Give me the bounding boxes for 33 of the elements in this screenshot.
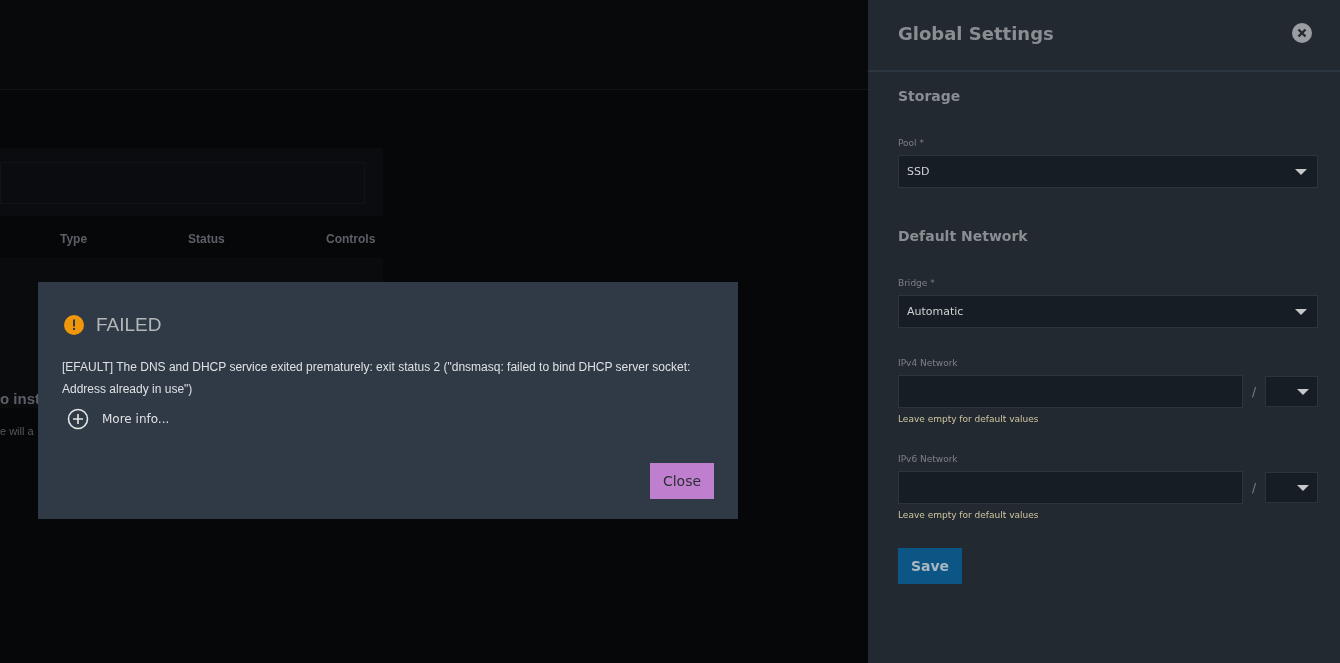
more-info-link[interactable]: More info... [102,412,170,426]
save-button[interactable]: Save [898,548,962,584]
select-field[interactable]: SSD [898,155,1318,188]
caret-icon [1297,484,1309,491]
panel-title: Global Settings [898,22,1054,44]
section-heading: Default Network [898,228,1029,244]
select-field[interactable]: Automatic [898,295,1318,328]
column-header: Status [188,232,226,246]
dialog-title: FAILED [96,314,162,336]
caret-icon [1295,308,1307,315]
caret-icon [1297,388,1309,395]
caret-icon [1295,168,1307,175]
field-hint: Leave empty for default values [898,510,1040,520]
column-header: Controls [326,232,376,246]
input-field[interactable] [898,471,1243,504]
warning-icon [64,315,84,335]
plus-circle-icon[interactable] [67,408,89,430]
field-label: Pool * [898,138,925,148]
separator-text: / [1250,384,1257,399]
field-label: IPv6 Network [898,454,959,464]
separator-text: / [1250,480,1257,495]
close-button[interactable]: Close [650,463,714,499]
select-field[interactable] [1265,472,1318,503]
field-label: IPv4 Network [898,358,959,368]
select-field[interactable] [1265,376,1318,407]
column-header: Type [60,232,89,246]
error-message: [EFAULT] The DNS and DHCP service exited prematurely: exit status 2 ("dnsmasq: failed to bind DHCP server socket: Address already in use") [62,359,692,398]
section-heading: Storage [898,88,962,104]
field-label: Bridge * [898,278,936,288]
empty-state-text: e will a [0,425,34,437]
field-hint: Leave empty for default values [898,414,1040,424]
input-field[interactable] [898,375,1243,408]
close-icon[interactable] [1292,23,1312,43]
